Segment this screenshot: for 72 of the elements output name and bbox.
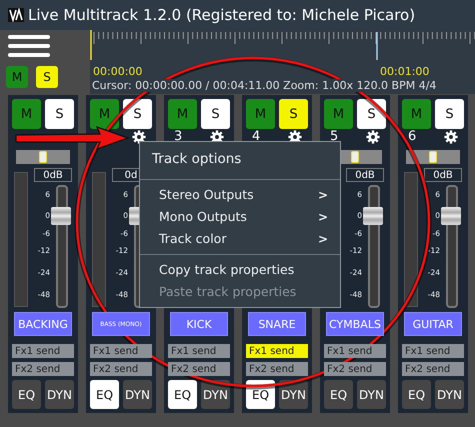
send-button[interactable]: Fx1 send bbox=[12, 344, 74, 358]
eq-button[interactable]: EQ bbox=[90, 380, 119, 409]
timeline-ruler[interactable] bbox=[90, 30, 475, 60]
solo-button[interactable]: S bbox=[45, 99, 74, 129]
dynamics-button[interactable]: DYN bbox=[279, 380, 308, 409]
mute-button[interactable]: M bbox=[168, 99, 197, 129]
fader-thumb[interactable] bbox=[441, 206, 461, 225]
solo-button[interactable]: S bbox=[435, 99, 464, 129]
pan-thumb[interactable] bbox=[429, 151, 437, 163]
gain-readout: 0dB bbox=[34, 168, 72, 182]
eq-button[interactable]: EQ bbox=[324, 380, 353, 409]
track-name-button[interactable]: GUITAR bbox=[404, 312, 462, 336]
eq-button[interactable]: EQ bbox=[12, 380, 41, 409]
solo-button[interactable]: S bbox=[357, 99, 386, 129]
send-button[interactable]: Fx2 send bbox=[324, 362, 386, 376]
send-button[interactable]: Fx1 send bbox=[402, 344, 464, 358]
dynamics-button[interactable]: DYN bbox=[201, 380, 230, 409]
track-number: 6 bbox=[408, 130, 416, 144]
time-marker: 00:01:00 bbox=[379, 64, 430, 78]
mute-button[interactable]: M bbox=[6, 66, 28, 88]
menu-title: Track options bbox=[151, 150, 242, 169]
track-number: 3 bbox=[174, 130, 182, 144]
mute-button[interactable]: M bbox=[402, 99, 431, 129]
gear-icon[interactable] bbox=[366, 130, 380, 144]
send-button[interactable]: Fx2 send bbox=[246, 362, 308, 376]
menu-item[interactable]: Track color > bbox=[140, 228, 340, 250]
mute-button[interactable]: M bbox=[246, 99, 275, 129]
dynamics-button[interactable]: DYN bbox=[45, 380, 74, 409]
solo-button[interactable]: S bbox=[123, 99, 152, 129]
mute-button[interactable]: M bbox=[90, 99, 119, 129]
send-button[interactable]: Fx2 send bbox=[168, 362, 230, 376]
mute-button[interactable]: M bbox=[324, 99, 353, 129]
dynamics-button[interactable]: DYN bbox=[123, 380, 152, 409]
app-logo-icon bbox=[8, 8, 24, 22]
gain-readout: 0dB bbox=[346, 168, 384, 182]
send-button[interactable]: Fx1 send bbox=[90, 344, 152, 358]
menu-item[interactable]: Copy track properties bbox=[140, 259, 340, 281]
fader-thumb[interactable] bbox=[363, 206, 383, 225]
dynamics-button[interactable]: DYN bbox=[357, 380, 386, 409]
track-name-button[interactable]: KICK bbox=[170, 312, 228, 336]
eq-button[interactable]: EQ bbox=[402, 380, 431, 409]
solo-button[interactable]: S bbox=[201, 99, 230, 129]
track-number: 4 bbox=[252, 130, 260, 144]
menu-item[interactable]: Mono Outputs > bbox=[140, 206, 340, 228]
menu-item[interactable]: Stereo Outputs > bbox=[140, 184, 340, 206]
solo-button[interactable]: S bbox=[279, 99, 308, 129]
pan-slider[interactable] bbox=[16, 150, 70, 164]
send-button[interactable]: Fx1 send bbox=[324, 344, 386, 358]
send-button[interactable]: Fx2 send bbox=[90, 362, 152, 376]
send-button[interactable]: Fx1 send bbox=[168, 344, 230, 358]
track-name-button[interactable]: SNARE bbox=[248, 312, 306, 336]
gain-readout: 0dB bbox=[424, 168, 462, 182]
send-button[interactable]: Fx2 send bbox=[12, 362, 74, 376]
pan-thumb[interactable] bbox=[39, 151, 47, 163]
eq-button[interactable]: EQ bbox=[246, 380, 275, 409]
cursor-status: Cursor: 00:00:00.00 / 00:04:11.00 Zoom: 1.00x 120.0 BPM 4/4 bbox=[90, 79, 436, 92]
dynamics-button[interactable]: DYN bbox=[435, 380, 464, 409]
mute-button[interactable]: M bbox=[12, 99, 41, 129]
send-button[interactable]: Fx1 send bbox=[246, 344, 308, 358]
send-button[interactable]: Fx2 send bbox=[402, 362, 464, 376]
gear-icon[interactable] bbox=[444, 130, 458, 144]
pan-slider[interactable] bbox=[406, 150, 460, 164]
track-name-button[interactable]: CYMBALS bbox=[326, 312, 384, 336]
time-marker: 00:00:00 bbox=[92, 64, 142, 78]
eq-button[interactable]: EQ bbox=[168, 380, 197, 409]
track-name-button[interactable]: BACKING bbox=[14, 312, 72, 336]
menu-icon[interactable] bbox=[6, 34, 52, 58]
solo-button[interactable]: S bbox=[36, 66, 58, 88]
fader-thumb[interactable] bbox=[51, 206, 71, 225]
window-title: Live Multitrack 1.2.0 (Registered to: Michele Picaro) bbox=[28, 6, 416, 24]
track-number: 5 bbox=[330, 130, 338, 144]
pan-thumb[interactable] bbox=[351, 151, 359, 163]
